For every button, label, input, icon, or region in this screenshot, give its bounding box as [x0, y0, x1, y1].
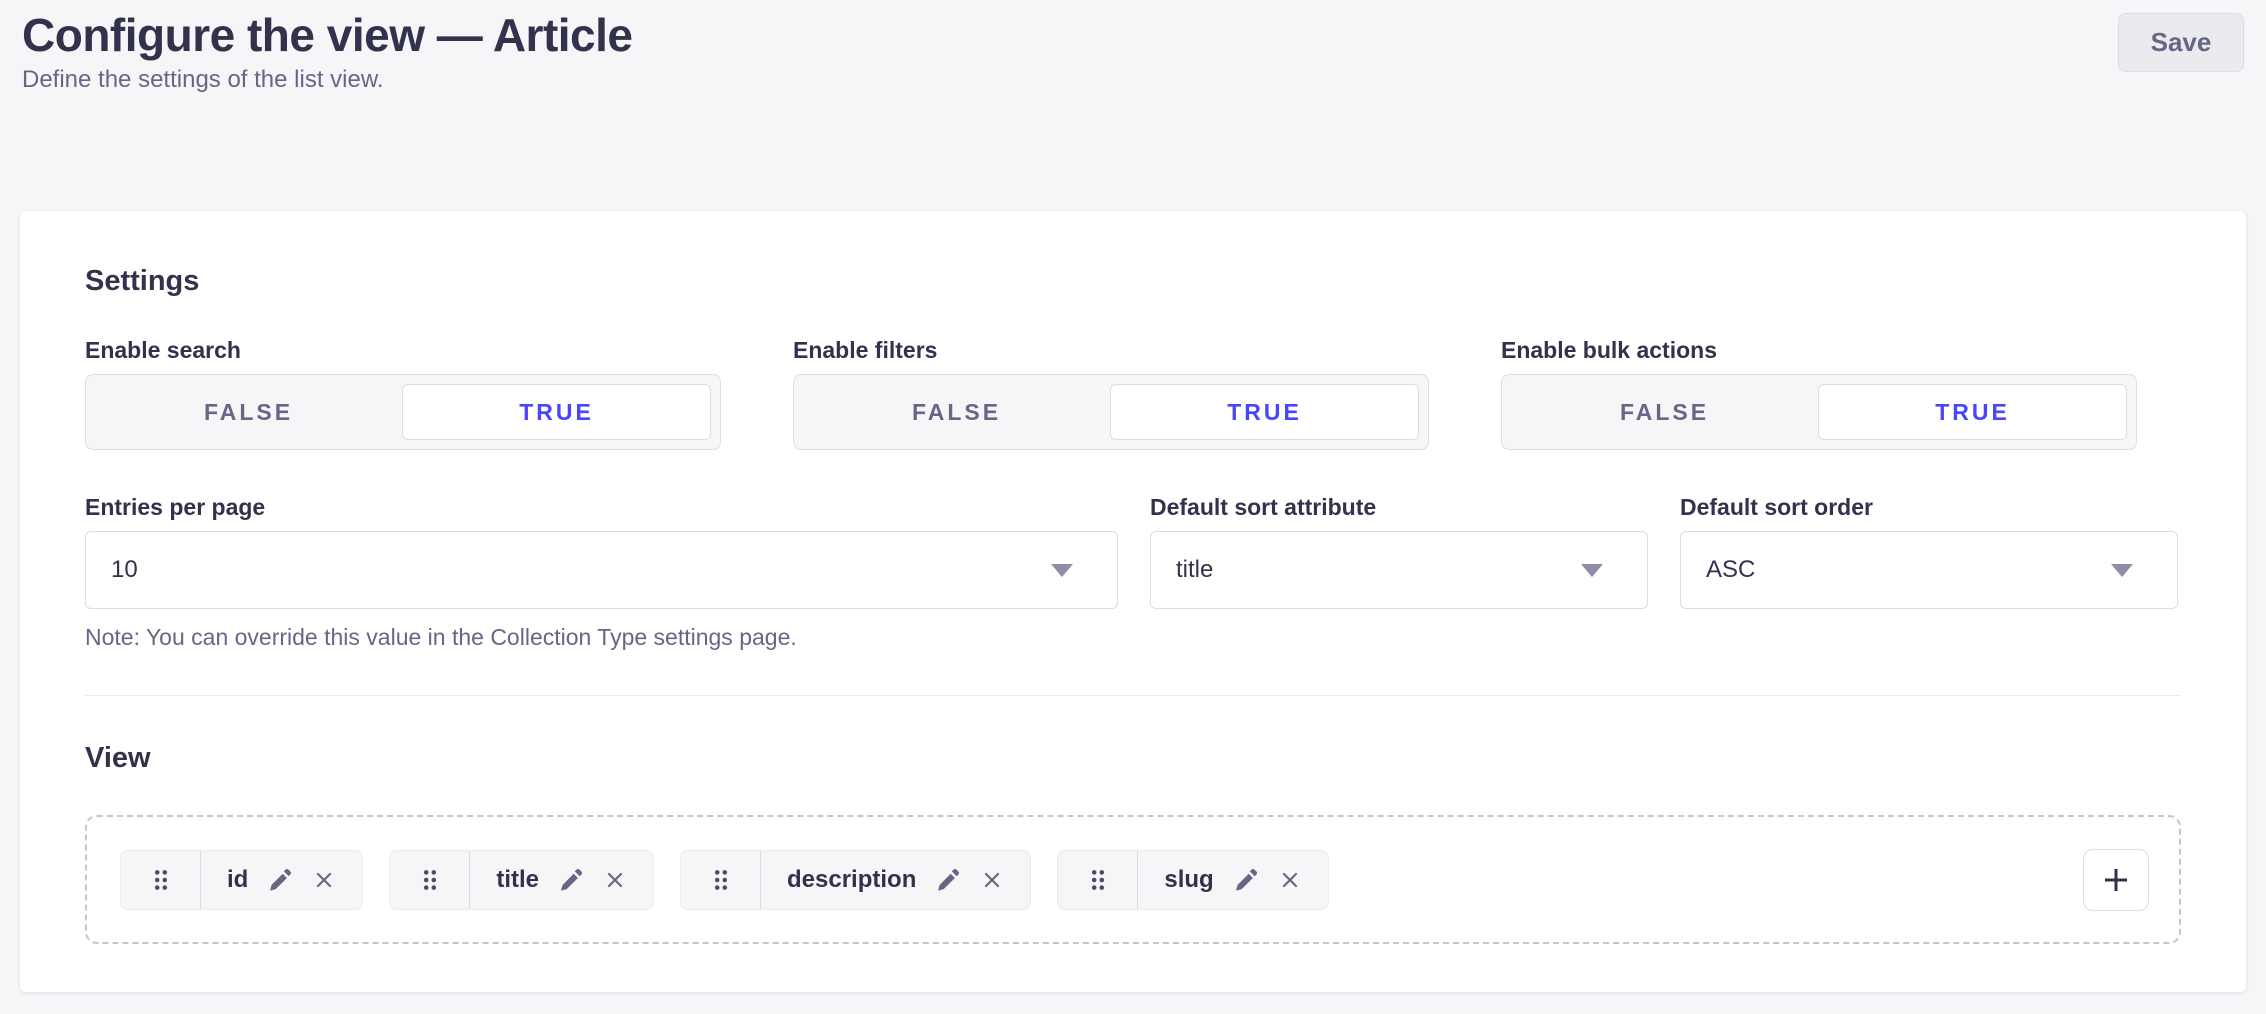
field-chip-label: title: [496, 866, 539, 894]
selects-row: Entries per page 10 Note: You can overri…: [85, 493, 2181, 651]
drag-handle-icon[interactable]: [121, 851, 201, 909]
drag-handle-icon[interactable]: [681, 851, 761, 909]
toggles-row: Enable search FALSE TRUE Enable filters …: [85, 336, 2181, 450]
entries-per-page-note: Note: You can override this value in the…: [85, 623, 1118, 651]
enable-filters-label: Enable filters: [793, 336, 1429, 364]
section-divider: [85, 695, 2181, 696]
enable-filters-option-false[interactable]: FALSE: [803, 384, 1110, 440]
field-enable-search: Enable search FALSE TRUE: [85, 336, 721, 450]
entries-per-page-value: 10: [111, 556, 138, 584]
field-entries-per-page: Entries per page 10 Note: You can overri…: [85, 493, 1118, 651]
default-sort-order-select[interactable]: ASC: [1680, 531, 2178, 609]
remove-icon[interactable]: [312, 868, 336, 892]
field-chip-title[interactable]: title: [389, 850, 654, 910]
default-sort-attribute-value: title: [1176, 556, 1213, 584]
field-chip-id[interactable]: id: [120, 850, 363, 910]
remove-icon[interactable]: [980, 868, 1004, 892]
field-chip-label: id: [227, 866, 248, 894]
chevron-down-icon: [1051, 564, 1073, 577]
page-subtitle: Define the settings of the list view.: [22, 66, 2244, 94]
default-sort-order-value: ASC: [1706, 556, 1755, 584]
enable-search-option-true[interactable]: TRUE: [402, 384, 711, 440]
field-chip-list: id title: [120, 850, 1329, 910]
view-fields-drop-zone: id title: [85, 815, 2181, 944]
drag-handle-icon[interactable]: [390, 851, 470, 909]
default-sort-attribute-select[interactable]: title: [1150, 531, 1648, 609]
field-default-sort-order: Default sort order ASC: [1680, 493, 2178, 609]
enable-bulk-actions-option-false[interactable]: FALSE: [1511, 384, 1818, 440]
plus-icon: [2101, 865, 2131, 895]
save-button[interactable]: Save: [2118, 13, 2244, 72]
default-sort-order-label: Default sort order: [1680, 493, 2178, 521]
edit-icon[interactable]: [558, 867, 584, 893]
view-section-heading: View: [85, 742, 2181, 775]
enable-bulk-actions-label: Enable bulk actions: [1501, 336, 2137, 364]
enable-filters-toggle[interactable]: FALSE TRUE: [793, 374, 1429, 450]
field-chip-description[interactable]: description: [680, 850, 1031, 910]
page-header: Configure the view — Article Define the …: [0, 0, 2266, 94]
enable-search-toggle[interactable]: FALSE TRUE: [85, 374, 721, 450]
field-default-sort-attribute: Default sort attribute title: [1150, 493, 1648, 609]
settings-section-heading: Settings: [85, 265, 2181, 298]
field-enable-filters: Enable filters FALSE TRUE: [793, 336, 1429, 450]
enable-filters-option-true[interactable]: TRUE: [1110, 384, 1419, 440]
edit-icon[interactable]: [935, 867, 961, 893]
remove-icon[interactable]: [603, 868, 627, 892]
drag-handle-icon[interactable]: [1058, 851, 1138, 909]
chevron-down-icon: [1581, 564, 1603, 577]
enable-bulk-actions-toggle[interactable]: FALSE TRUE: [1501, 374, 2137, 450]
field-enable-bulk-actions: Enable bulk actions FALSE TRUE: [1501, 336, 2137, 450]
configuration-card: Settings Enable search FALSE TRUE Enable…: [20, 211, 2246, 992]
enable-search-label: Enable search: [85, 336, 721, 364]
entries-per-page-label: Entries per page: [85, 493, 1118, 521]
edit-icon[interactable]: [1233, 867, 1259, 893]
field-chip-label: slug: [1164, 866, 1213, 894]
field-chip-slug[interactable]: slug: [1057, 850, 1328, 910]
field-chip-label: description: [787, 866, 916, 894]
default-sort-attribute-label: Default sort attribute: [1150, 493, 1648, 521]
chevron-down-icon: [2111, 564, 2133, 577]
page-title: Configure the view — Article: [22, 10, 2244, 60]
remove-icon[interactable]: [1278, 868, 1302, 892]
edit-icon[interactable]: [267, 867, 293, 893]
enable-bulk-actions-option-true[interactable]: TRUE: [1818, 384, 2127, 440]
entries-per-page-select[interactable]: 10: [85, 531, 1118, 609]
add-field-button[interactable]: [2083, 849, 2149, 911]
enable-search-option-false[interactable]: FALSE: [95, 384, 402, 440]
